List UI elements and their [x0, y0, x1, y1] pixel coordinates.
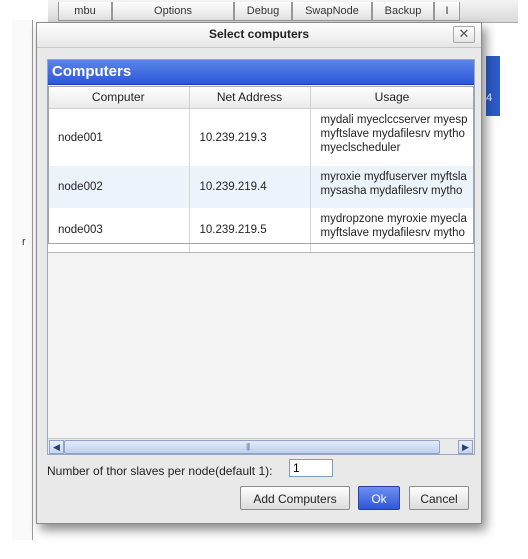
background-selected-column: [486, 56, 500, 116]
dialog-title: Select computers: [208, 27, 310, 41]
column-header-net-address[interactable]: Net Address: [189, 86, 311, 109]
background-tab[interactable]: SwapNode: [292, 2, 372, 21]
usage-line: mydropzone myroxie myecla: [320, 213, 467, 225]
cell-net-address: 10.239.219.4: [189, 166, 311, 208]
background-left-panel: [12, 20, 33, 540]
background-left-text: r: [22, 236, 26, 248]
scrollbar-thumb[interactable]: |||: [64, 440, 440, 454]
select-computers-dialog: Select computers ✕ Computers Computer Ne…: [36, 22, 482, 524]
cell-usage: mydali myeclccserver myesp myftslave myd…: [310, 108, 474, 166]
usage-line: mydali myeclccserver myesp: [320, 114, 468, 126]
usage-line: myftslave mydafilesrv mytho: [320, 128, 465, 140]
background-tab-strip: mbu Options Debug SwapNode Backup I: [48, 0, 518, 23]
panel-title: Computers: [52, 63, 132, 80]
computers-panel: Computers Computer Net Address Usage nod…: [47, 59, 475, 455]
cell-usage: mydropzone myroxie myecla myftslave myda…: [310, 208, 474, 253]
cell-computer: node003: [48, 208, 190, 253]
computers-grid: Computer Net Address Usage node001 10.23…: [48, 86, 474, 438]
scroll-left-icon[interactable]: ◀: [49, 440, 64, 454]
horizontal-scrollbar[interactable]: ◀ ||| ▶: [48, 438, 474, 454]
cell-net-address: 10.239.219.3: [189, 108, 311, 166]
close-icon[interactable]: ✕: [453, 26, 475, 43]
cell-computer: node002: [48, 166, 190, 208]
background-tab[interactable]: mbu: [58, 2, 112, 21]
dialog-titlebar[interactable]: Select computers ✕: [37, 23, 481, 48]
usage-line: mysasha mydafilesrv mytho: [320, 185, 463, 197]
grip-icon: |||: [246, 442, 250, 451]
cancel-button[interactable]: Cancel: [409, 486, 469, 510]
computers-table: Computer Net Address Usage node001 10.23…: [48, 86, 474, 253]
background-right-text: 4: [486, 92, 493, 104]
scroll-right-icon[interactable]: ▶: [458, 440, 473, 454]
background-tab[interactable]: Options: [112, 2, 234, 21]
table-row[interactable]: node003 10.239.219.5 mydropzone myroxie …: [48, 208, 474, 253]
cell-usage: myroxie mydfuserver myftsla mysasha myda…: [310, 166, 474, 208]
usage-line: myftslave mydafilesrv mytho: [320, 227, 465, 239]
background-tab[interactable]: Backup: [372, 2, 434, 21]
background-tab[interactable]: Debug: [234, 2, 292, 21]
panel-header: Computers: [48, 60, 474, 85]
add-computers-button[interactable]: Add Computers: [240, 486, 350, 510]
column-header-usage[interactable]: Usage: [310, 86, 474, 109]
usage-line: myeclscheduler: [320, 142, 401, 154]
ok-button[interactable]: Ok: [358, 486, 400, 510]
slaves-per-node-label: Number of thor slaves per node(default 1…: [47, 464, 273, 478]
slaves-per-node-input[interactable]: [289, 459, 333, 477]
table-row[interactable]: node001 10.239.219.3 mydali myeclccserve…: [48, 108, 474, 166]
background-tab[interactable]: I: [434, 2, 460, 21]
cell-computer: node001: [48, 108, 190, 166]
usage-line: myroxie mydfuserver myftsla: [320, 171, 467, 183]
cell-net-address: 10.239.219.5: [189, 208, 311, 253]
column-header-computer[interactable]: Computer: [48, 86, 190, 109]
table-row[interactable]: node002 10.239.219.4 myroxie mydfuserver…: [48, 166, 474, 208]
